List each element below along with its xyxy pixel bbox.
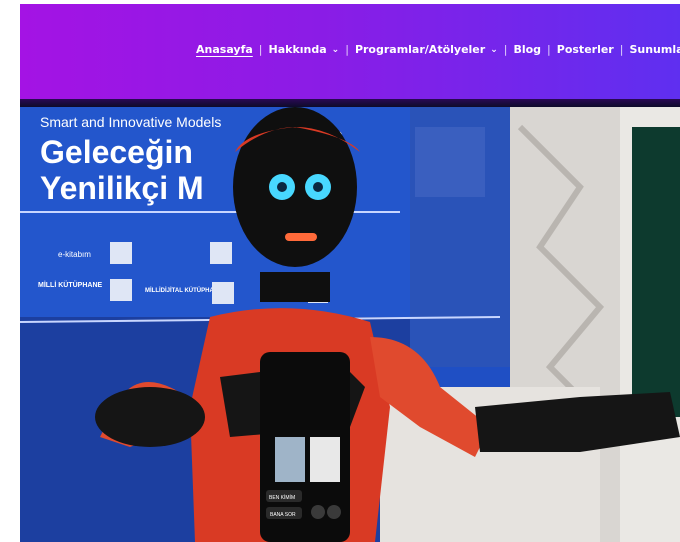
chevron-down-icon: ⌄	[331, 44, 340, 55]
nav-separator: |	[619, 43, 624, 56]
nav-programlar-label: Programlar/Atölyeler	[354, 43, 486, 56]
nav-programlar[interactable]: Programlar/Atölyeler ⌄	[355, 43, 498, 56]
header-shadow	[20, 99, 680, 107]
chevron-down-icon: ⌄	[490, 44, 498, 55]
robot-photo: Smart and Innovative Models re Geleceğin…	[20, 107, 680, 542]
qr-code	[110, 279, 132, 301]
nav-posterler-label: Posterler	[556, 43, 614, 56]
nav-blog-label: Blog	[513, 43, 542, 56]
chest-screen-text	[310, 437, 340, 482]
robot-mouth	[285, 233, 317, 241]
hero-image: Smart and Innovative Models re Geleceğin…	[20, 107, 680, 542]
nav-hakkinda-label: Hakkında	[268, 43, 327, 56]
banner-title-1: Geleceğin	[40, 134, 193, 170]
main-nav: Anasayfa | Hakkında ⌄ | Programlar/Atölye…	[196, 43, 680, 56]
logo-millidijital: MİLLİDİJİTAL KÜTÜPHANE	[145, 287, 222, 294]
screen-round-button[interactable]	[311, 505, 325, 519]
kiosk-screen	[632, 127, 680, 417]
nav-separator: |	[547, 43, 551, 56]
qr-code	[110, 242, 132, 264]
nav-sunumlar[interactable]: Sunumlar	[629, 43, 680, 56]
logo-milli-kutuphane: MİLLİ KÜTÜPHANE	[38, 280, 102, 289]
banner-title-2: Yenilikçi M	[40, 170, 204, 206]
nav-separator: |	[503, 43, 508, 56]
screen-button-ben-kimim-label: BEN KİMİM	[269, 494, 295, 501]
robot-left-forearm	[95, 387, 205, 447]
nav-separator: |	[258, 43, 263, 56]
robot-neck	[260, 272, 330, 302]
banner-subtitle: Smart and Innovative Models	[40, 114, 221, 130]
nav-hakkinda[interactable]: Hakkında ⌄	[269, 43, 340, 56]
nav-anasayfa[interactable]: Anasayfa	[196, 43, 253, 56]
robot-right-pupil	[313, 182, 323, 192]
nav-sunumlar-label: Sunumlar	[629, 43, 680, 56]
side-poster	[415, 127, 485, 197]
screen-round-button[interactable]	[327, 505, 341, 519]
qr-code	[212, 282, 234, 304]
nav-posterler[interactable]: Posterler	[557, 43, 614, 56]
chest-screen-image	[275, 437, 305, 482]
qr-code	[210, 242, 232, 264]
robot-left-pupil	[277, 182, 287, 192]
nav-blog[interactable]: Blog	[513, 43, 541, 56]
nav-separator: |	[345, 43, 349, 56]
screen-button-bana-sor-label: BANA SOR	[270, 512, 296, 518]
nav-anasayfa-label: Anasayfa	[196, 43, 253, 56]
logo-ekitabim: e-kitabım	[58, 250, 91, 259]
